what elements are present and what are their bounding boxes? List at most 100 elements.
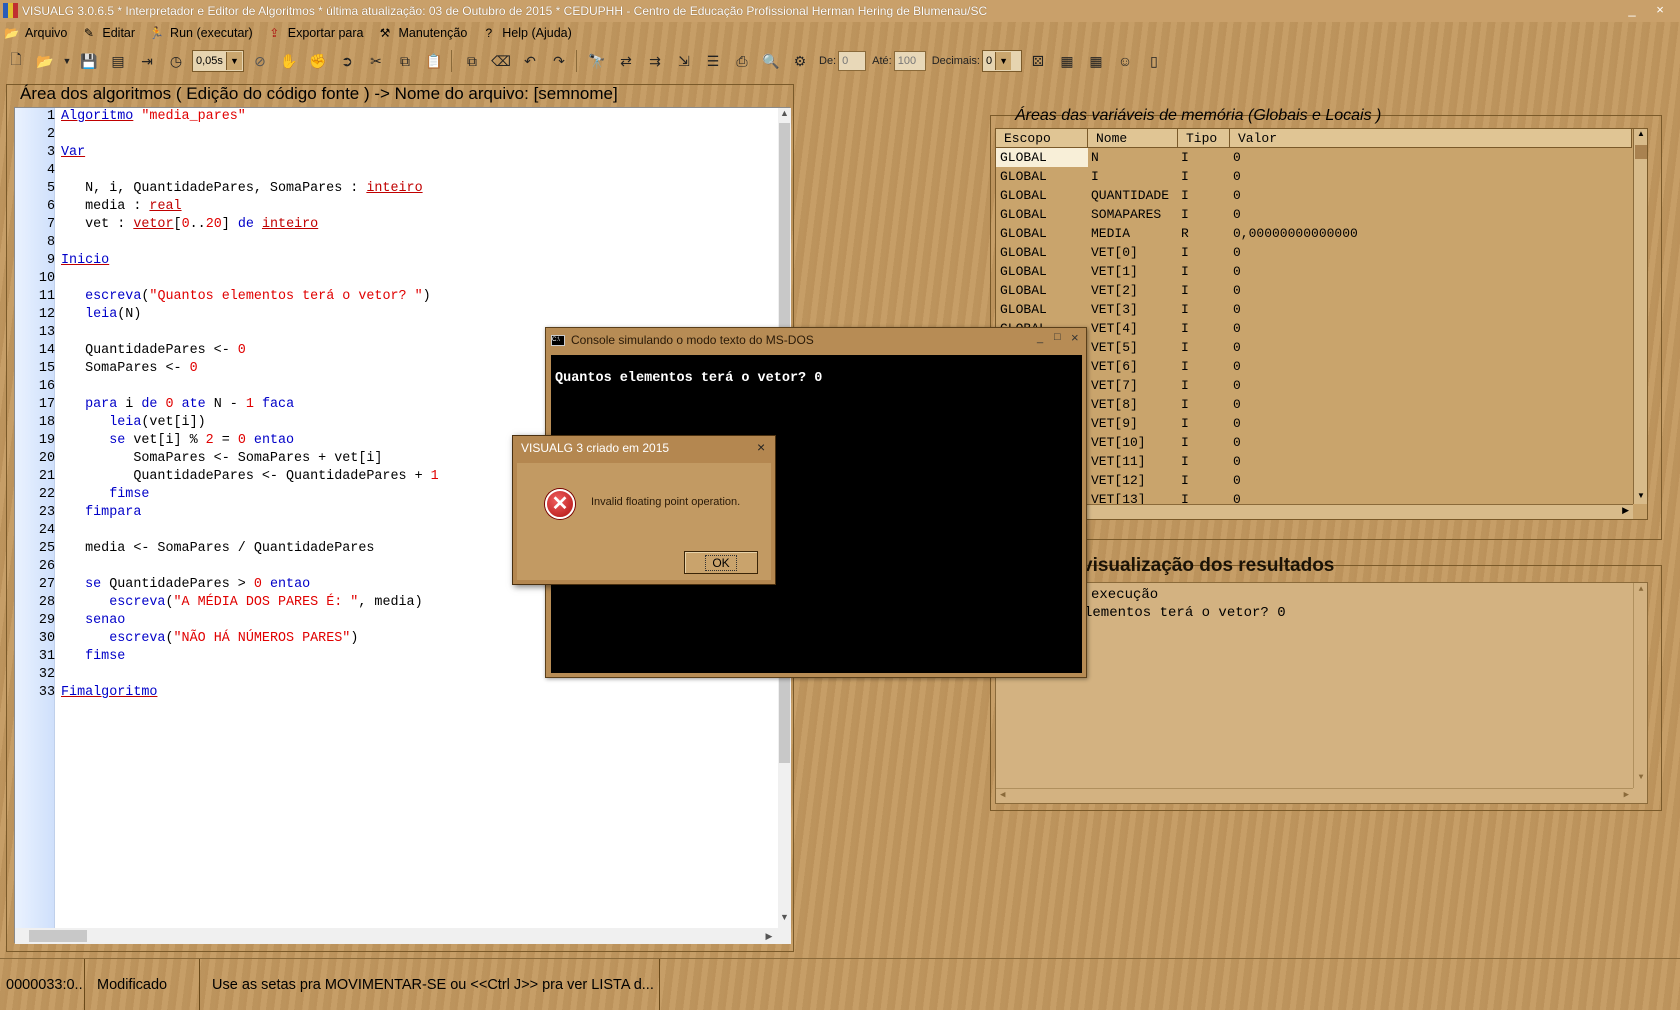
scroll-left-icon[interactable]: ◀	[1000, 790, 1005, 800]
calculator-button[interactable]: ▦	[1054, 49, 1080, 73]
paste-button[interactable]: 📋	[421, 49, 447, 73]
variable-scope: GLOBAL	[1000, 283, 1047, 298]
replace-icon: ⇄	[620, 52, 632, 69]
variable-row[interactable]: GLOBAL VET[3] I 0	[996, 300, 1632, 319]
code-line: escreva("Quantos elementos terá o vetor?…	[85, 289, 431, 304]
save-button[interactable]: 💾	[76, 49, 102, 73]
variable-row[interactable]: GLOBAL MEDIA R 0,00000000000000	[996, 224, 1632, 243]
menu-arquivo[interactable]: 📂 Arquivo	[4, 26, 67, 41]
variable-row[interactable]: GLOBALVET[9]I0	[996, 414, 1632, 433]
scroll-up-icon[interactable]: ▲	[1634, 129, 1647, 138]
open-file-button[interactable]: 📂	[32, 49, 58, 73]
maintenance-icon: ⚒	[379, 25, 391, 40]
menu-manutencao[interactable]: ⚒ Manutenção	[377, 25, 468, 41]
results-output[interactable]: execução lementos terá o vetor? 0 ▲ ▼ ◀ …	[995, 582, 1648, 804]
align-button[interactable]: ☰	[700, 49, 726, 73]
cut-button[interactable]: ✂	[363, 49, 389, 73]
timer-button[interactable]: ◷	[163, 49, 189, 73]
copy-all-button[interactable]: ⧉	[459, 49, 485, 73]
menu-editar[interactable]: ✎ Editar	[81, 26, 135, 41]
print-preview-button[interactable]: ▤	[105, 49, 131, 73]
variables-vertical-scrollbar[interactable]: ▲ ▼	[1633, 129, 1647, 504]
variable-row[interactable]: GLOBALVET[4]I0	[996, 319, 1632, 338]
variables-grid[interactable]: Escopo Nome Tipo Valor GLOBAL N I 0 GLOBAL I I…	[995, 128, 1648, 520]
door-button[interactable]: ▯	[1141, 49, 1167, 73]
find-button[interactable]: 🔭	[584, 49, 610, 73]
console-minimize-button[interactable]: _	[1037, 332, 1043, 344]
open-dropdown-button[interactable]: ▼	[61, 49, 73, 73]
de-input[interactable]	[838, 51, 867, 71]
new-file-button[interactable]: 🗋	[3, 49, 29, 73]
delay-select[interactable]: 0,05s ▼	[192, 50, 244, 72]
variable-row[interactable]: GLOBALVET[5]I0	[996, 338, 1632, 357]
column-header-nome[interactable]: Nome	[1088, 129, 1178, 148]
variable-row[interactable]: GLOBALVET[7]I0	[996, 376, 1632, 395]
column-header-escopo[interactable]: Escopo	[996, 129, 1088, 148]
variable-row[interactable]: GLOBAL SOMAPARES I 0	[996, 205, 1632, 224]
stop-button[interactable]: ⊘	[247, 49, 273, 73]
scroll-right-icon[interactable]: ▶	[1622, 505, 1629, 516]
scroll-down-icon[interactable]: ▼	[1634, 491, 1647, 500]
line-number: 3	[46, 145, 55, 160]
hscroll-thumb[interactable]	[29, 930, 87, 942]
variable-row[interactable]: GLOBAL QUANTIDADE I 0	[996, 186, 1632, 205]
close-button[interactable]: ×	[1650, 2, 1670, 18]
menu-run[interactable]: 🏃 Run (executar)	[149, 26, 253, 41]
variables-horizontal-scrollbar[interactable]: ▶	[996, 504, 1633, 519]
line-number: 13	[38, 325, 55, 340]
dialog-close-button[interactable]: ×	[757, 439, 765, 455]
scroll-right-icon[interactable]: ▶	[762, 928, 776, 944]
scroll-thumb[interactable]	[1635, 145, 1647, 159]
hand-button[interactable]: ✋	[276, 49, 302, 73]
redo-button[interactable]: ↷	[546, 49, 572, 73]
column-header-valor[interactable]: Valor	[1230, 129, 1632, 148]
scroll-down-icon[interactable]: ▼	[779, 912, 790, 926]
console-close-button[interactable]: ×	[1071, 330, 1079, 345]
variable-row[interactable]: GLOBALVET[10]I0	[996, 433, 1632, 452]
zoom-button[interactable]: 🔍	[758, 49, 784, 73]
table-button[interactable]: ▦	[1083, 49, 1109, 73]
console-title-bar[interactable]: C:\ Console simulando o modo texto do MS…	[546, 328, 1086, 352]
copy-button[interactable]: ⧉	[392, 49, 418, 73]
breakpoint-button[interactable]: ✊	[305, 49, 331, 73]
scroll-up-icon[interactable]: ▲	[779, 108, 790, 122]
step-button[interactable]: ⇥	[134, 49, 160, 73]
scroll-up-icon[interactable]: ▲	[1634, 585, 1648, 594]
clear-button[interactable]: ⌫	[488, 49, 514, 73]
variable-row[interactable]: GLOBAL VET[2] I 0	[996, 281, 1632, 300]
variable-row[interactable]: GLOBAL I I 0	[996, 167, 1632, 186]
scroll-right-icon[interactable]: ▶	[1624, 790, 1629, 800]
column-header-tipo[interactable]: Tipo	[1178, 129, 1230, 148]
variable-row[interactable]: GLOBAL VET[0] I 0	[996, 243, 1632, 262]
error-icon: ✕	[545, 489, 575, 519]
dialog-title-bar[interactable]: VISUALG 3 criado em 2015 ×	[513, 436, 775, 460]
minimize-button[interactable]: _	[1622, 2, 1642, 18]
scroll-down-icon[interactable]: ▼	[1634, 773, 1648, 782]
tools-button[interactable]: ⚙	[787, 49, 813, 73]
variable-row[interactable]: GLOBAL VET[1] I 0	[996, 262, 1632, 281]
random-button[interactable]: ⚄	[1025, 49, 1051, 73]
undo-button[interactable]: ↶	[517, 49, 543, 73]
menu-exportar[interactable]: ⇪ Exportar para	[267, 26, 363, 41]
ate-input[interactable]	[893, 51, 926, 71]
find-next-button[interactable]: ⇉	[642, 49, 668, 73]
decimais-select[interactable]: 0 ▼	[982, 50, 1022, 72]
indent-button[interactable]: ⇲	[671, 49, 697, 73]
console-maximize-button[interactable]: □	[1054, 331, 1061, 343]
user-button[interactable]: ☺	[1112, 49, 1138, 73]
replace-button[interactable]: ⇄	[613, 49, 639, 73]
variable-row[interactable]: GLOBALVET[11]I0	[996, 452, 1632, 471]
variable-row[interactable]: GLOBALVET[6]I0	[996, 357, 1632, 376]
run-to-cursor-button[interactable]: ➲	[334, 49, 360, 73]
print-button[interactable]: ⎙	[729, 49, 755, 73]
ok-button[interactable]: OK	[684, 551, 758, 574]
results-vertical-scrollbar[interactable]: ▲ ▼	[1633, 583, 1647, 788]
error-dialog[interactable]: VISUALG 3 criado em 2015 × ✕ Invalid flo…	[512, 435, 776, 585]
variable-scope: GLOBAL	[1000, 264, 1047, 279]
menu-help[interactable]: ? Help (Ajuda)	[481, 26, 571, 41]
results-horizontal-scrollbar[interactable]: ◀ ▶	[996, 788, 1633, 803]
variable-row[interactable]: GLOBAL N I 0	[996, 148, 1632, 167]
variable-row[interactable]: GLOBALVET[12]I0	[996, 471, 1632, 490]
variable-row[interactable]: GLOBALVET[8]I0	[996, 395, 1632, 414]
editor-horizontal-scrollbar[interactable]: ▶	[15, 928, 791, 944]
